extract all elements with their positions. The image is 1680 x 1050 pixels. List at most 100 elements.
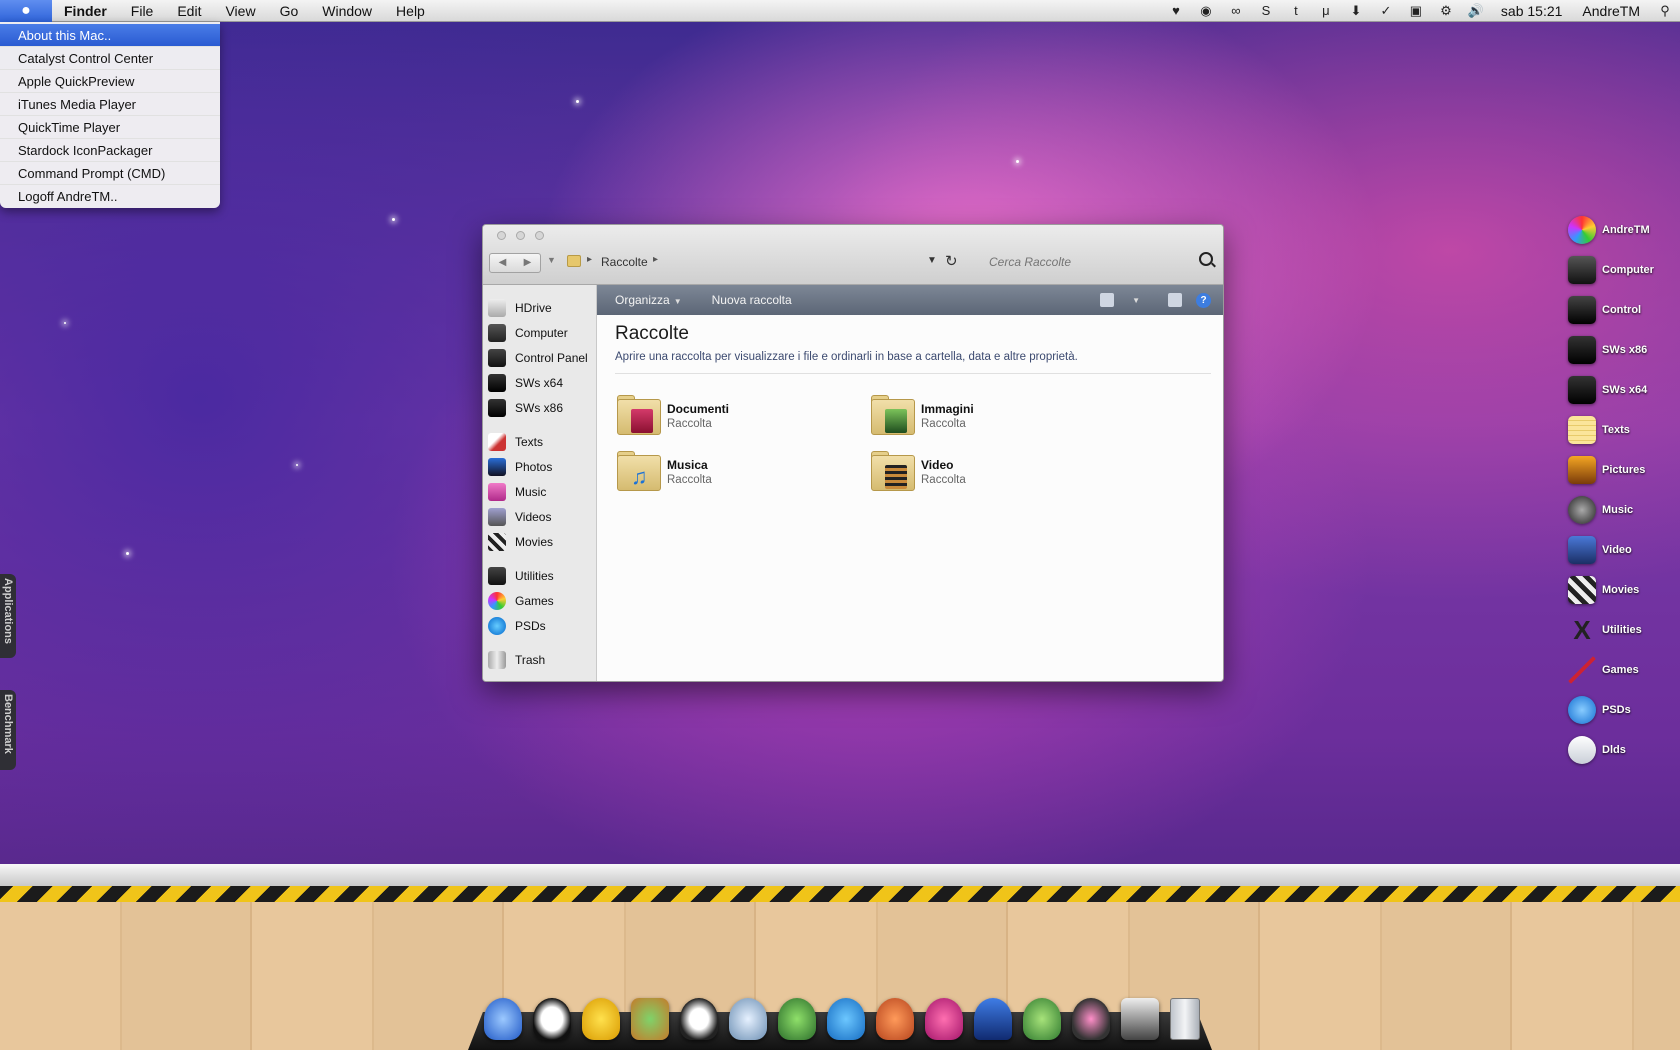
menu-item-itunes[interactable]: iTunes Media Player: [0, 93, 220, 116]
refresh-icon[interactable]: ↻: [945, 252, 958, 270]
menu-go[interactable]: Go: [268, 0, 311, 22]
gear-icon[interactable]: ⚙: [1431, 3, 1461, 19]
sidebar-item-movies[interactable]: Movies: [483, 529, 596, 554]
check-icon[interactable]: ✓: [1371, 3, 1401, 19]
sidebar-item-sws-x64[interactable]: SWs x64: [483, 370, 596, 395]
sidebar-item-control-panel[interactable]: Control Panel: [483, 345, 596, 370]
record-icon[interactable]: ◉: [1191, 3, 1221, 19]
link-icon[interactable]: ∞: [1221, 3, 1251, 18]
sidebar-item-utilities[interactable]: Utilities: [483, 563, 596, 588]
radioactive-box-icon[interactable]: [1121, 998, 1159, 1040]
desktop-icon-dlds[interactable]: Dlds: [1568, 730, 1680, 770]
download-icon[interactable]: ⬇: [1341, 3, 1371, 19]
chat-buddies-icon[interactable]: [778, 998, 816, 1040]
desktop-icon-sws-x86[interactable]: SWs x86: [1568, 330, 1680, 370]
menu-item-logoff[interactable]: Logoff AndreTM..: [0, 185, 220, 208]
menu-item-iconpackager[interactable]: Stardock IconPackager: [0, 139, 220, 162]
zoom-button[interactable]: [535, 231, 544, 240]
volume-icon[interactable]: 🔊: [1461, 3, 1491, 19]
desktop-icon-computer[interactable]: Computer: [1568, 250, 1680, 290]
sidebar-item-texts[interactable]: Texts: [483, 429, 596, 454]
sidebar-item-games[interactable]: Games: [483, 588, 596, 613]
sidebar-item-hdrive[interactable]: HDrive: [483, 295, 596, 320]
library-musica[interactable]: ♫ Musica Raccolta: [615, 449, 835, 495]
new-library-button[interactable]: Nuova raccolta: [712, 293, 792, 307]
desktop-icon-movies[interactable]: Movies: [1568, 570, 1680, 610]
mascot-icon[interactable]: [876, 998, 914, 1040]
desktop-icon-utilities[interactable]: X Utilities: [1568, 610, 1680, 650]
spotlight-search-icon[interactable]: ⚲: [1650, 3, 1680, 19]
sidebar-item-videos[interactable]: Videos: [483, 504, 596, 529]
twitter-bird-icon[interactable]: [827, 998, 865, 1040]
benchmark-drawer-tab[interactable]: Benchmark: [0, 690, 16, 770]
menu-item-about[interactable]: About this Mac..: [0, 24, 220, 47]
organize-button[interactable]: Organizza ▼: [615, 293, 682, 307]
library-video[interactable]: Video Raccolta: [869, 449, 1089, 495]
radio-icon[interactable]: [631, 998, 669, 1040]
view-dropdown-icon[interactable]: ▼: [1132, 296, 1140, 305]
heart-icon[interactable]: ♥: [1161, 3, 1191, 18]
desktop-icon-games[interactable]: Games: [1568, 650, 1680, 690]
desktop-icon-texts[interactable]: Texts: [1568, 410, 1680, 450]
desktop-icon-video[interactable]: Video: [1568, 530, 1680, 570]
desktop-icon-music[interactable]: Music: [1568, 490, 1680, 530]
desktop-icon-sws-x64[interactable]: SWs x64: [1568, 370, 1680, 410]
menu-item-cmd[interactable]: Command Prompt (CMD): [0, 162, 220, 185]
wizard-hat-icon[interactable]: [974, 998, 1012, 1040]
history-dropdown-icon[interactable]: ▼: [547, 255, 556, 265]
menu-item-catalyst[interactable]: Catalyst Control Center: [0, 47, 220, 70]
menu-finder[interactable]: Finder: [52, 0, 119, 22]
minimize-button[interactable]: [516, 231, 525, 240]
mu-icon[interactable]: μ: [1311, 3, 1341, 18]
menu-item-quickpreview[interactable]: Apple QuickPreview: [0, 70, 220, 93]
menu-view[interactable]: View: [213, 0, 267, 22]
finder-icon[interactable]: [484, 998, 522, 1040]
menubar-clock[interactable]: sab 15:21: [1491, 3, 1573, 19]
search-input[interactable]: [983, 251, 1215, 273]
breadcrumb-separator-icon[interactable]: ▸: [653, 254, 658, 265]
trash-icon[interactable]: [1170, 998, 1200, 1040]
penguin-icon[interactable]: [680, 998, 718, 1040]
preview-pane-icon[interactable]: [1168, 293, 1182, 307]
panda-icon[interactable]: [533, 998, 571, 1040]
back-button[interactable]: ◀: [490, 254, 515, 272]
sidebar-item-computer[interactable]: Computer: [483, 320, 596, 345]
sidebar-item-psds[interactable]: PSDs: [483, 613, 596, 638]
forward-button[interactable]: ▶: [515, 254, 540, 272]
menubar-user[interactable]: AndreTM: [1572, 3, 1650, 19]
close-button[interactable]: [497, 231, 506, 240]
search-icon[interactable]: [1199, 252, 1213, 266]
address-dropdown-icon[interactable]: ▼: [927, 255, 937, 266]
view-options-icon[interactable]: [1100, 293, 1115, 307]
apple-menu-button[interactable]: ●: [0, 0, 52, 22]
menu-edit[interactable]: Edit: [165, 0, 213, 22]
menu-window[interactable]: Window: [310, 0, 384, 22]
tumblr-icon[interactable]: t: [1281, 3, 1311, 18]
applications-drawer-tab[interactable]: Applications: [0, 574, 16, 658]
menu-help[interactable]: Help: [384, 0, 437, 22]
computer-icon: [488, 323, 506, 342]
crocodile-icon[interactable]: [1023, 998, 1061, 1040]
breadcrumb-separator-icon[interactable]: ▸: [587, 254, 592, 265]
desktop-icon-andretm[interactable]: AndreTM: [1568, 210, 1680, 250]
sidebar-item-trash[interactable]: Trash: [483, 647, 596, 672]
duck-icon[interactable]: [582, 998, 620, 1040]
menu-file[interactable]: File: [119, 0, 166, 22]
itunes-icon[interactable]: [925, 998, 963, 1040]
help-icon[interactable]: ?: [1196, 292, 1211, 308]
sidebar-item-sws-x86[interactable]: SWs x86: [483, 395, 596, 420]
camera-icon[interactable]: ▣: [1401, 3, 1431, 19]
sidebar-item-photos[interactable]: Photos: [483, 454, 596, 479]
menu-item-quicktime[interactable]: QuickTime Player: [0, 116, 220, 139]
address-breadcrumb[interactable]: Raccolte: [601, 255, 648, 269]
sidebar-item-music[interactable]: Music: [483, 479, 596, 504]
desktop-icon-pictures[interactable]: Pictures: [1568, 450, 1680, 490]
library-documenti[interactable]: Documenti Raccolta: [615, 393, 835, 439]
desktop-icon-psds[interactable]: PSDs: [1568, 690, 1680, 730]
browser-egg-icon[interactable]: [729, 998, 767, 1040]
magic-hat-icon[interactable]: [1072, 998, 1110, 1040]
skype-icon[interactable]: S: [1251, 3, 1281, 18]
desktop-icon-control[interactable]: Control: [1568, 290, 1680, 330]
window-titlebar[interactable]: ◀ ▶ ▼ ▸ Raccolte ▸ ▼ ↻: [483, 225, 1223, 285]
library-immagini[interactable]: Immagini Raccolta: [869, 393, 1089, 439]
